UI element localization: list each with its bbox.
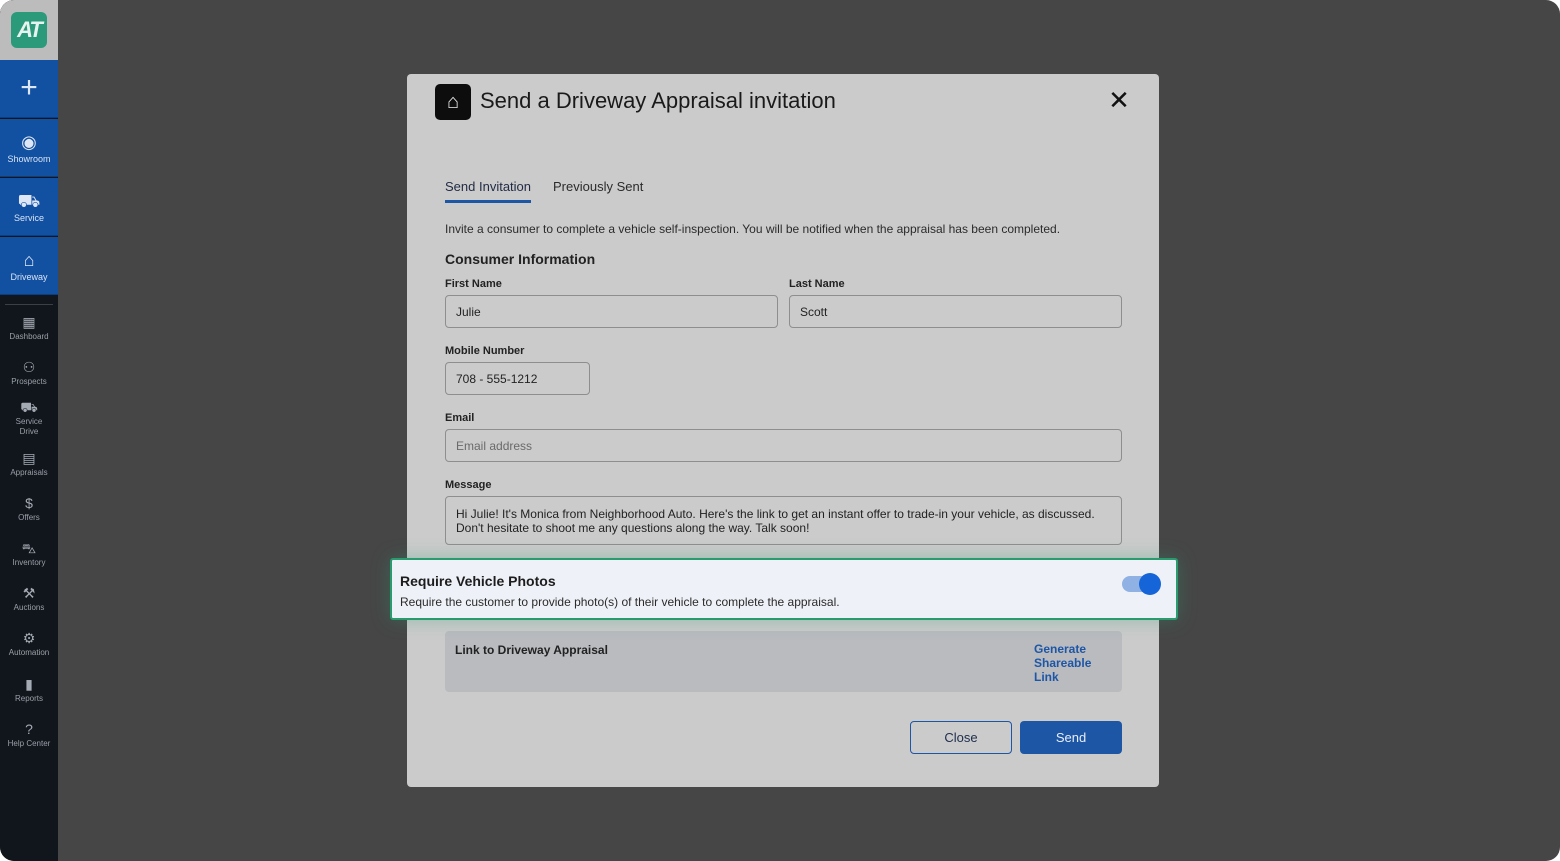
car-icon: ⛍ [21, 540, 37, 556]
sidebar: AT + ◉ Showroom ⛟ Service ⌂ Driveway ▦ D… [0, 0, 58, 861]
first-name-field[interactable]: Julie [445, 295, 778, 328]
people-icon: ⚇ [22, 359, 36, 375]
sidebar-divider [5, 304, 53, 305]
sidebar-item-auctions[interactable]: ⚒ Auctions [0, 585, 58, 613]
sidebar-item-label: Offers [18, 513, 40, 522]
sidebar-item-service-drive[interactable]: ⛟ Service Drive [0, 399, 58, 437]
garage-icon: ⌂ [23, 249, 35, 270]
modal-title: Send a Driveway Appraisal invitation [480, 88, 836, 113]
send-button[interactable]: Send [1020, 721, 1122, 754]
close-icon[interactable]: ✕ [1107, 87, 1131, 113]
section-title: Consumer Information [445, 251, 596, 267]
sidebar-item-label: Automation [8, 648, 50, 657]
sidebar-item-label: Showroom [7, 153, 51, 164]
sidebar-item-label: Prospects [11, 377, 47, 386]
gavel-icon: ⚒ [22, 585, 36, 601]
robot-icon: ⚙ [22, 630, 36, 646]
sidebar-item-showroom[interactable]: ◉ Showroom [0, 119, 58, 177]
link-label: Link to Driveway Appraisal [455, 643, 608, 657]
sidebar-item-label: Dashboard [9, 332, 49, 341]
require-photos-description: Require the customer to provide photo(s)… [400, 595, 840, 609]
first-name-label: First Name [445, 278, 502, 290]
sidebar-item-label: Service [13, 212, 44, 223]
intro-text: Invite a consumer to complete a vehicle … [445, 222, 1061, 236]
new-action-button[interactable]: + [0, 60, 58, 118]
car-service-icon: ⛟ [17, 190, 41, 211]
garage-icon: ⌂ [435, 84, 471, 120]
help-icon: ? [25, 721, 33, 737]
sidebar-item-label: Auctions [13, 603, 45, 612]
sidebar-item-driveway[interactable]: ⌂ Driveway [0, 237, 58, 295]
app-logo: AT [11, 12, 47, 48]
sidebar-item-label: Service Drive [15, 417, 43, 436]
dollar-icon: $ [25, 495, 33, 511]
email-field[interactable]: Email address [445, 429, 1122, 462]
last-name-field[interactable]: Scott [789, 295, 1122, 328]
sidebar-item-dashboard[interactable]: ▦ Dashboard [0, 314, 58, 342]
sidebar-item-offers[interactable]: $ Offers [0, 495, 58, 523]
car-front-icon: ⛟ [20, 399, 38, 415]
app-screen: AT + ◉ Showroom ⛟ Service ⌂ Driveway ▦ D… [0, 0, 1560, 861]
sidebar-item-inventory[interactable]: ⛍ Inventory [0, 540, 58, 568]
plus-icon: + [20, 70, 38, 104]
require-photos-card: Require Vehicle Photos Require the custo… [390, 558, 1178, 620]
appraisal-invitation-modal: ⌂ Send a Driveway Appraisal invitation ✕… [407, 74, 1159, 787]
clipboard-icon: ▤ [22, 450, 36, 466]
require-photos-toggle[interactable] [1122, 573, 1164, 595]
sidebar-item-label: Reports [14, 694, 43, 703]
logo-area[interactable]: AT [0, 0, 58, 60]
sidebar-item-automation[interactable]: ⚙ Automation [0, 630, 58, 658]
sidebar-item-reports[interactable]: ▮ Reports [0, 676, 58, 704]
sidebar-item-appraisals[interactable]: ▤ Appraisals [0, 450, 58, 478]
dashboard-icon: ▦ [22, 314, 36, 330]
sidebar-item-label: Appraisals [10, 468, 48, 477]
last-name-label: Last Name [789, 278, 845, 290]
generate-link-button[interactable]: Generate Shareable Link [1034, 642, 1104, 684]
toggle-knob [1139, 573, 1161, 595]
tab-send-invitation[interactable]: Send Invitation [445, 179, 532, 203]
sidebar-item-service[interactable]: ⛟ Service [0, 178, 58, 236]
mobile-number-field[interactable]: 708 - 555-1212 [445, 362, 590, 395]
sidebar-item-help-center[interactable]: ? Help Center [0, 721, 58, 749]
require-photos-title: Require Vehicle Photos [400, 573, 556, 589]
link-section: Link to Driveway Appraisal Generate Shar… [445, 631, 1122, 692]
email-label: Email [445, 412, 475, 424]
mobile-number-label: Mobile Number [445, 345, 525, 357]
bar-chart-icon: ▮ [25, 676, 33, 692]
message-label: Message [445, 479, 492, 491]
close-button[interactable]: Close [910, 721, 1012, 754]
sidebar-item-label: Driveway [10, 271, 48, 282]
tab-previously-sent[interactable]: Previously Sent [553, 179, 643, 194]
message-field[interactable]: Hi Julie! It's Monica from Neighborhood … [445, 496, 1122, 545]
person-circle-icon: ◉ [21, 131, 37, 152]
sidebar-item-label: Inventory [12, 558, 46, 567]
sidebar-item-label: Help Center [7, 739, 51, 748]
sidebar-item-prospects[interactable]: ⚇ Prospects [0, 359, 58, 387]
